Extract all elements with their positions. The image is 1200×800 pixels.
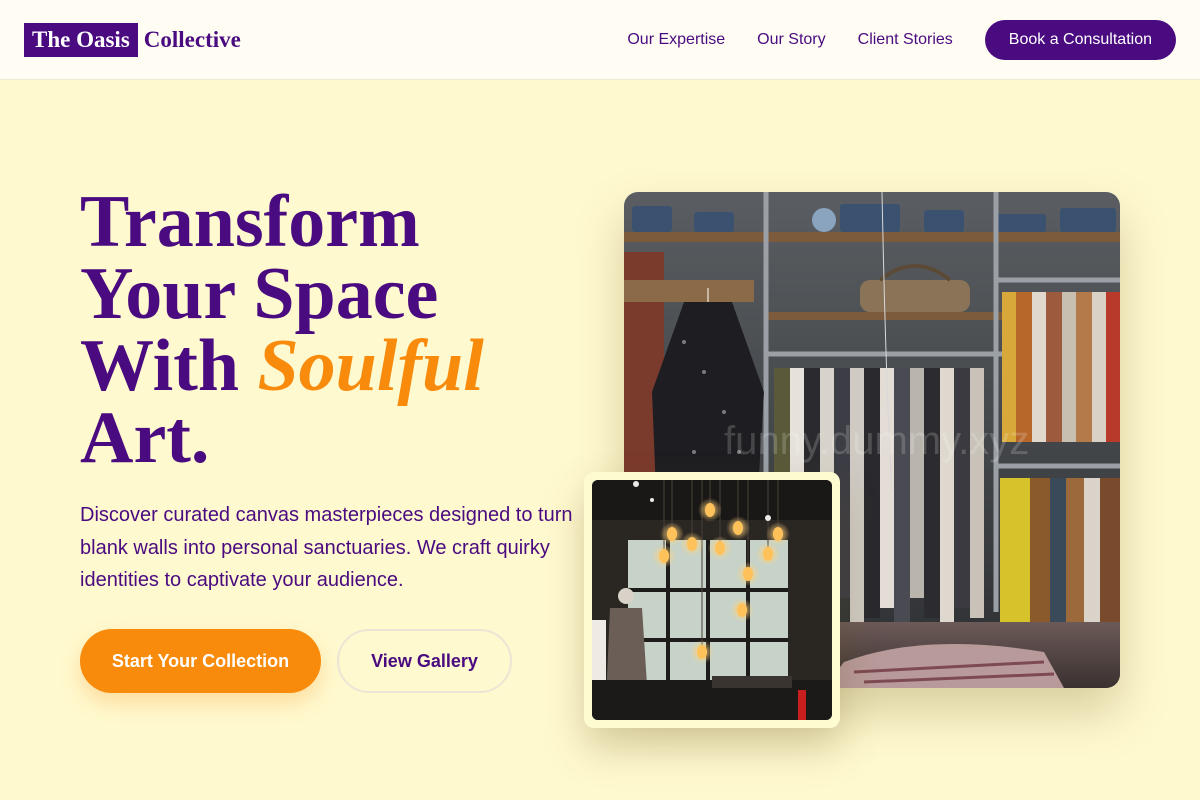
book-consultation-button[interactable]: Book a Consultation xyxy=(984,20,1176,60)
hero-description: Discover curated canvas masterpieces des… xyxy=(80,504,573,591)
nav-link-our-story[interactable]: Our Story xyxy=(757,20,825,60)
site-header: The Oasis Collective Our Expertise Our S… xyxy=(0,0,1200,80)
pendant-lights-image xyxy=(592,480,832,720)
nav-link-client-stories[interactable]: Client Stories xyxy=(858,20,953,60)
hero-headline: Transform Your Space With Soulful Art. xyxy=(80,181,484,479)
main-nav: Our Expertise Our Story Client Stories B… xyxy=(627,20,1176,60)
nav-link-our-expertise[interactable]: Our Expertise xyxy=(627,20,725,60)
headline-with-text: With xyxy=(80,325,258,407)
logo[interactable]: The Oasis Collective xyxy=(24,23,241,57)
logo-box: The Oasis xyxy=(24,23,138,57)
headline-line-4: Art. xyxy=(80,397,210,479)
svg-text:funny.dummy.xyz: funny.dummy.xyz xyxy=(724,419,1029,463)
headline-accent-word: Soulful xyxy=(257,325,484,407)
headline-line-3: With Soulful xyxy=(80,329,484,403)
inset-image-frame xyxy=(584,472,840,728)
headline-line-1: Transform xyxy=(80,181,420,263)
headline-line-2: Your Space xyxy=(80,253,439,335)
start-collection-button[interactable]: Start Your Collection xyxy=(80,629,321,693)
logo-text: Collective xyxy=(143,27,241,52)
view-gallery-button[interactable]: View Gallery xyxy=(337,629,512,693)
